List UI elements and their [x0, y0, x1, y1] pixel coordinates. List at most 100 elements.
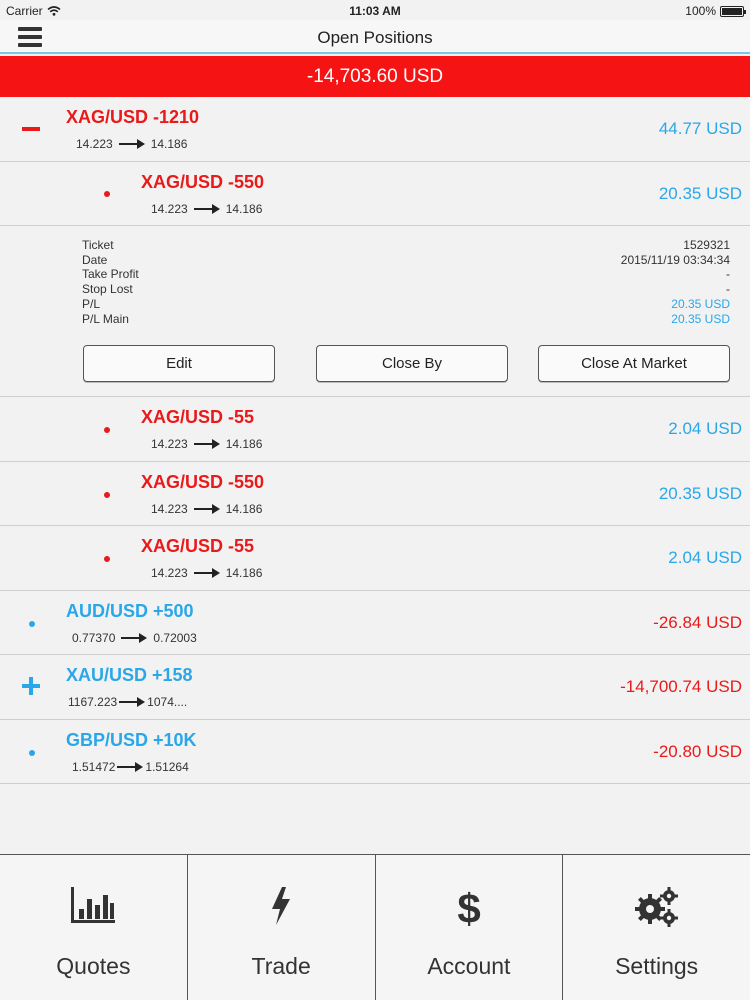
arrow-right-icon: [193, 503, 220, 514]
open-price: 1.51472: [72, 759, 116, 774]
position-row[interactable]: AUD/USD +500 0.77370 0.72003 -26.84 USD: [0, 591, 750, 655]
price-change: 1167.223 1074....: [68, 695, 187, 709]
sub-item-dot-icon: [104, 190, 110, 197]
lightning-icon: [272, 887, 291, 925]
position-row[interactable]: XAG/USD -1210 14.223 14.186 44.77 USD: [0, 97, 750, 162]
position-pl: -20.80 USD: [653, 741, 742, 761]
position-symbol: XAG/USD -550: [141, 171, 265, 192]
tab-trade[interactable]: Trade: [188, 855, 376, 1000]
field-value: 2015/11/19 03:34:34: [620, 252, 730, 267]
arrow-right-icon: [118, 139, 145, 149]
sub-item-dot-icon: [104, 556, 110, 562]
arrow-right-icon: [193, 568, 220, 578]
edit-button[interactable]: Edit: [83, 345, 275, 382]
field-value: -: [726, 282, 730, 297]
open-price: 14.223: [151, 437, 188, 451]
tab-settings[interactable]: Settings: [563, 855, 750, 1000]
arrow-right-icon: [121, 632, 148, 643]
position-symbol: XAU/USD +158: [66, 665, 193, 685]
open-price: 14.223: [76, 137, 113, 151]
position-pl: -14,700.74 USD: [620, 677, 742, 696]
sub-position-row[interactable]: XAG/USD -55 14.223 14.186 2.04 USD: [0, 397, 750, 462]
dollar-icon: $: [457, 885, 480, 929]
detail-ticket: Ticket 1529321: [82, 238, 730, 253]
current-price: 1074....: [147, 695, 188, 709]
sub-position-row[interactable]: XAG/USD -550 14.223 14.186 20.35 USD: [0, 462, 750, 526]
position-pl: 2.04 USD: [668, 419, 742, 438]
arrow-right-icon: [193, 439, 220, 449]
tab-account[interactable]: $ Account: [376, 855, 564, 1000]
field-value: 20.35 USD: [671, 311, 730, 326]
arrow-right-icon: [119, 697, 146, 707]
field-label: P/L Main: [82, 311, 129, 326]
single-position-dot-icon: [29, 749, 35, 756]
battery-info: 100%: [685, 4, 746, 18]
sub-item-dot-icon: [104, 491, 110, 498]
position-row[interactable]: XAU/USD +158 1167.223 1074.... -14,700.7…: [0, 655, 750, 720]
svg-text:$: $: [457, 885, 480, 929]
tab-label: Trade: [251, 953, 311, 979]
open-price: 0.77370: [72, 630, 116, 645]
position-row[interactable]: GBP/USD +10K 1.51472 1.51264 -20.80 USD: [0, 720, 750, 784]
detail-stop-lost: Stop Lost -: [82, 282, 730, 297]
price-change: 14.223 14.186: [151, 566, 262, 580]
bar-chart-icon: [71, 887, 116, 923]
arrow-right-icon: [193, 203, 220, 214]
price-change: 0.77370 0.72003: [72, 631, 197, 645]
detail-pl-main: P/L Main 20.35 USD: [82, 312, 730, 327]
current-price: 1.51264: [145, 759, 189, 774]
field-label: Ticket: [82, 238, 114, 252]
nav-bar: Open Positions: [0, 20, 750, 54]
open-price: 14.223: [151, 201, 188, 216]
close-at-market-button[interactable]: Close At Market: [538, 345, 730, 382]
detail-take-profit: Take Profit -: [82, 267, 730, 282]
current-price: 14.186: [225, 437, 263, 451]
battery-icon: [720, 5, 746, 17]
sub-item-dot-icon: [104, 427, 110, 433]
current-price: 14.186: [225, 201, 263, 216]
field-value: -: [726, 267, 730, 282]
open-price: 14.223: [151, 501, 188, 516]
open-price: 14.223: [151, 566, 188, 580]
position-pl: 20.35 USD: [658, 483, 742, 503]
position-symbol: XAG/USD -55: [141, 407, 255, 427]
expand-plus-icon[interactable]: [22, 676, 42, 696]
position-symbol: XAG/USD -1210: [66, 107, 200, 127]
tab-label: Quotes: [56, 953, 131, 979]
clock: 11:03 AM: [349, 4, 401, 18]
position-pl: 20.35 USD: [658, 183, 742, 203]
price-change: 1.51472 1.51264: [72, 760, 189, 774]
battery-percent: 100%: [685, 4, 716, 18]
field-value: 20.35 USD: [671, 296, 730, 311]
total-pl-banner: -14,703.60 USD: [0, 56, 750, 97]
price-change: 14.223 14.186: [76, 137, 187, 151]
current-price: 14.186: [225, 566, 263, 580]
collapse-minus-icon[interactable]: [22, 118, 42, 138]
field-label: P/L: [82, 296, 101, 311]
field-label: Take Profit: [82, 267, 139, 282]
page-title: Open Positions: [317, 28, 433, 47]
position-symbol: GBP/USD +10K: [66, 729, 197, 750]
tab-label: Settings: [615, 953, 699, 979]
position-pl: -26.84 USD: [653, 612, 742, 632]
price-change: 14.223 14.186: [151, 502, 262, 516]
tab-quotes[interactable]: Quotes: [0, 855, 188, 1000]
price-change: 14.223 14.186: [151, 437, 262, 451]
current-price: 14.186: [225, 501, 263, 516]
field-label: Stop Lost: [82, 282, 133, 297]
price-change: 14.223 14.186: [151, 202, 262, 216]
position-symbol: AUD/USD +500: [66, 600, 194, 621]
current-price: 14.186: [150, 137, 188, 151]
sub-position-row[interactable]: XAG/USD -55 14.223 14.186 2.04 USD: [0, 526, 750, 591]
position-detail-panel: Ticket 1529321 Date 2015/11/19 03:34:34 …: [0, 226, 750, 397]
positions-list: XAG/USD -1210 14.223 14.186 44.77 USD XA…: [0, 97, 750, 784]
close-by-button[interactable]: Close By: [316, 345, 508, 382]
detail-date: Date 2015/11/19 03:34:34: [82, 253, 730, 268]
detail-pl: P/L 20.35 USD: [82, 297, 730, 312]
tab-label: Account: [427, 953, 511, 979]
tab-bar: Quotes Trade $ Account Settings: [0, 854, 750, 1000]
detail-fields: Ticket 1529321 Date 2015/11/19 03:34:34 …: [82, 238, 730, 326]
gears-icon: [634, 887, 678, 927]
sub-position-row[interactable]: XAG/USD -550 14.223 14.186 20.35 USD: [0, 162, 750, 226]
arrow-right-icon: [117, 761, 144, 772]
